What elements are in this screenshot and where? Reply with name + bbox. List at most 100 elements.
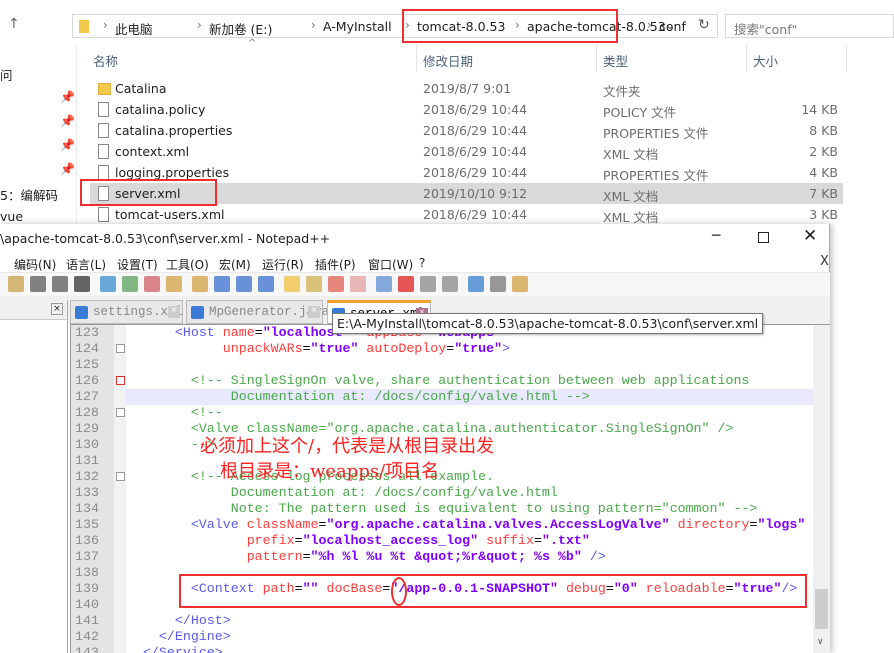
file-name: logging.properties (115, 165, 230, 180)
file-name: Catalina (115, 81, 167, 96)
toolbar-button[interactable] (192, 276, 208, 292)
line-number: 132 (75, 469, 99, 484)
toolbar-button[interactable] (306, 276, 322, 292)
pin-icon[interactable]: 📌 (60, 138, 75, 152)
toolbar-button[interactable] (398, 276, 414, 292)
close-panel-icon[interactable]: × (51, 303, 63, 315)
menu-item[interactable]: 插件(P) (315, 256, 356, 273)
file-name: context.xml (115, 144, 190, 159)
scrollbar-thumb[interactable] (815, 589, 828, 629)
minimize-button[interactable]: ─ (712, 228, 728, 244)
chevron-right-icon: › (197, 18, 202, 32)
pin-icon[interactable]: 📌 (60, 114, 75, 128)
toolbar-button[interactable] (122, 276, 138, 292)
refresh-icon[interactable]: ↻ (698, 17, 710, 33)
tab-close-icon[interactable]: × (168, 306, 180, 318)
scrollbar[interactable]: ∨ (813, 325, 830, 653)
breadcrumb-item[interactable]: 新加卷 (E:) (209, 19, 272, 38)
code-token: = (294, 533, 303, 548)
toolbar-button[interactable] (236, 276, 252, 292)
line-number: 143 (75, 645, 99, 653)
pin-icon[interactable]: 📌 (60, 90, 75, 104)
file-row[interactable]: catalina.policy 2018/6/29 10:44 POLICY 文件 1… (90, 99, 843, 120)
file-row[interactable]: context.xml 2018/6/29 10:44 XML 文档 2 KB (90, 141, 843, 162)
fold-toggle-icon[interactable] (116, 344, 125, 353)
search-input[interactable]: 搜索"conf" (725, 14, 894, 38)
tab-close-icon[interactable]: × (308, 306, 320, 318)
toolbar-button[interactable] (100, 276, 116, 292)
file-name: catalina.properties (115, 123, 233, 138)
close-doc-icon[interactable]: X (820, 254, 829, 269)
column-type[interactable]: 类型 (603, 51, 628, 70)
toolbar-button[interactable] (144, 276, 160, 292)
close-button[interactable]: ✕ (803, 226, 817, 246)
toolbar-button[interactable] (8, 276, 24, 292)
tab-settings-xml[interactable]: settings.xml × (70, 300, 183, 324)
toolbar-button[interactable] (350, 276, 366, 292)
fold-toggle-icon[interactable] (116, 472, 125, 481)
breadcrumb-item[interactable]: A-MyInstall (323, 19, 392, 34)
code-token: = (534, 533, 542, 548)
scroll-down-icon[interactable]: ∨ (817, 637, 824, 647)
toolbar-button[interactable] (420, 276, 436, 292)
toolbar-button[interactable] (30, 276, 46, 292)
chevron-right-icon: › (103, 18, 108, 32)
column-name[interactable]: 名称 (93, 51, 118, 70)
code-line: pattern="%h %l %u %t &quot;%r&quot; %s %… (127, 549, 606, 565)
line-number: 135 (75, 517, 99, 532)
pin-icon[interactable]: 📌 (60, 162, 75, 176)
toolbar-button[interactable] (74, 276, 90, 292)
menu-item[interactable]: 语言(L) (66, 256, 106, 273)
up-arrow-icon[interactable]: ↑ (8, 16, 20, 32)
file-name: catalina.policy (115, 102, 206, 117)
file-size: 8 KB (809, 123, 838, 138)
toolbar-button[interactable] (214, 276, 230, 292)
address-bar[interactable]: › 此电脑 › 新加卷 (E:) › A-MyInstall › tomcat-8.0.53 ›… (72, 14, 718, 38)
line-number: 137 (75, 549, 99, 564)
line-number: 140 (75, 597, 99, 612)
menu-item[interactable]: 窗口(W) (368, 256, 413, 273)
toolbar-button[interactable] (512, 276, 528, 292)
file-row[interactable]: Catalina 2019/8/7 9:01 文件夹 (90, 78, 843, 99)
toolbar-button[interactable] (468, 276, 484, 292)
menu-item[interactable]: 宏(M) (219, 256, 251, 273)
nav-item[interactable]: 5：编解码 (0, 185, 58, 204)
toolbar-button[interactable] (52, 276, 68, 292)
chevron-down-icon[interactable]: ⌄ (665, 18, 675, 32)
menu-item[interactable]: 编码(N) (14, 256, 56, 273)
file-row[interactable]: catalina.properties 2018/6/29 10:44 PROPER… (90, 120, 843, 141)
toolbar-button[interactable] (284, 276, 300, 292)
annotation-box-server-xml (80, 179, 217, 206)
file-row[interactable]: tomcat-users.xml 2018/6/29 10:44 XML 文档 3 K… (90, 204, 843, 225)
menu-item[interactable]: 工具(O) (166, 256, 209, 273)
fold-toggle-icon[interactable] (116, 408, 125, 417)
toolbar-button[interactable] (376, 276, 392, 292)
save-icon (191, 306, 204, 319)
toolbar-button[interactable] (442, 276, 458, 292)
menu-item[interactable]: ? (419, 256, 425, 270)
column-date[interactable]: 修改日期 (423, 51, 473, 70)
toolbar-button[interactable] (490, 276, 506, 292)
code-token: "true" (454, 341, 503, 356)
chevron-right-icon: › (311, 18, 316, 32)
maximize-button[interactable] (758, 232, 769, 243)
nav-item[interactable]: 问 (0, 65, 13, 84)
tab-MpGenerator-java[interactable]: MpGenerator.java × (186, 300, 329, 324)
breadcrumb-item[interactable]: 此电脑 (115, 19, 153, 38)
nav-item[interactable]: vue (0, 209, 23, 224)
menu-item[interactable]: 设置(T) (117, 256, 158, 273)
annotation-text: 必须加上这个/，代表是从根目录出发 (200, 436, 495, 457)
code-token: name (222, 325, 255, 340)
line-number: 139 (75, 581, 99, 596)
toolbar-button[interactable] (258, 276, 274, 292)
toolbar-button[interactable] (328, 276, 344, 292)
fold-toggle-icon[interactable] (116, 376, 125, 385)
column-size[interactable]: 大小 (753, 51, 778, 70)
menu-item[interactable]: 运行(R) (262, 256, 304, 273)
file-type: 文件夹 (603, 84, 641, 99)
line-number: 131 (75, 453, 99, 468)
toolbar-button[interactable] (166, 276, 182, 292)
